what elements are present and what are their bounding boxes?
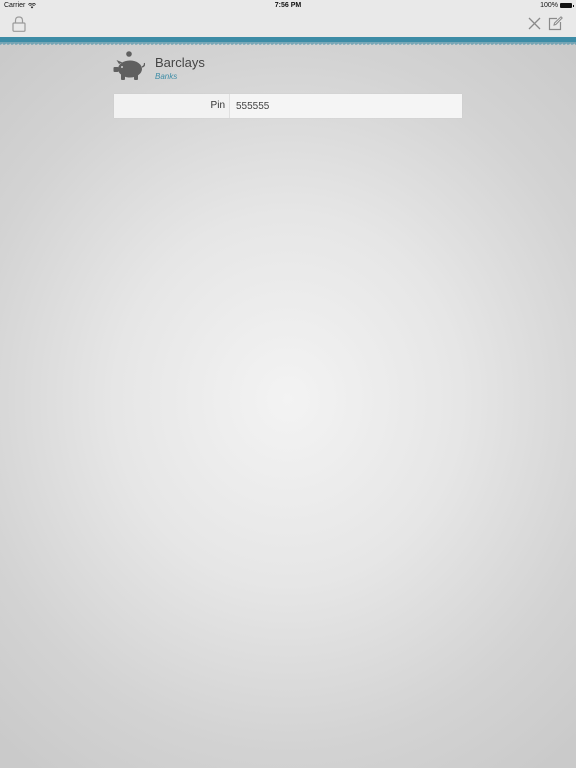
- accent-strip-edge: [0, 42, 576, 45]
- piggy-bank-icon: [113, 51, 145, 80]
- edit-icon[interactable]: [548, 16, 563, 31]
- field-row-pin: Pin 555555: [114, 94, 462, 118]
- status-bar: Carrier 7:56 PM 100%: [0, 0, 576, 12]
- status-time: 7:56 PM: [274, 2, 302, 9]
- field-value-pin[interactable]: 555555: [230, 94, 462, 118]
- nav-bar: [0, 12, 576, 37]
- battery-group: 100%: [540, 2, 574, 9]
- item-category[interactable]: Banks: [155, 72, 177, 81]
- lock-icon[interactable]: [12, 16, 26, 32]
- field-label-pin: Pin: [114, 94, 230, 118]
- battery-icon: [560, 3, 574, 8]
- item-title: Barclays: [155, 55, 205, 70]
- close-icon[interactable]: [528, 17, 541, 30]
- battery-percent: 100%: [540, 2, 558, 9]
- item-header: Barclays Banks: [113, 48, 463, 88]
